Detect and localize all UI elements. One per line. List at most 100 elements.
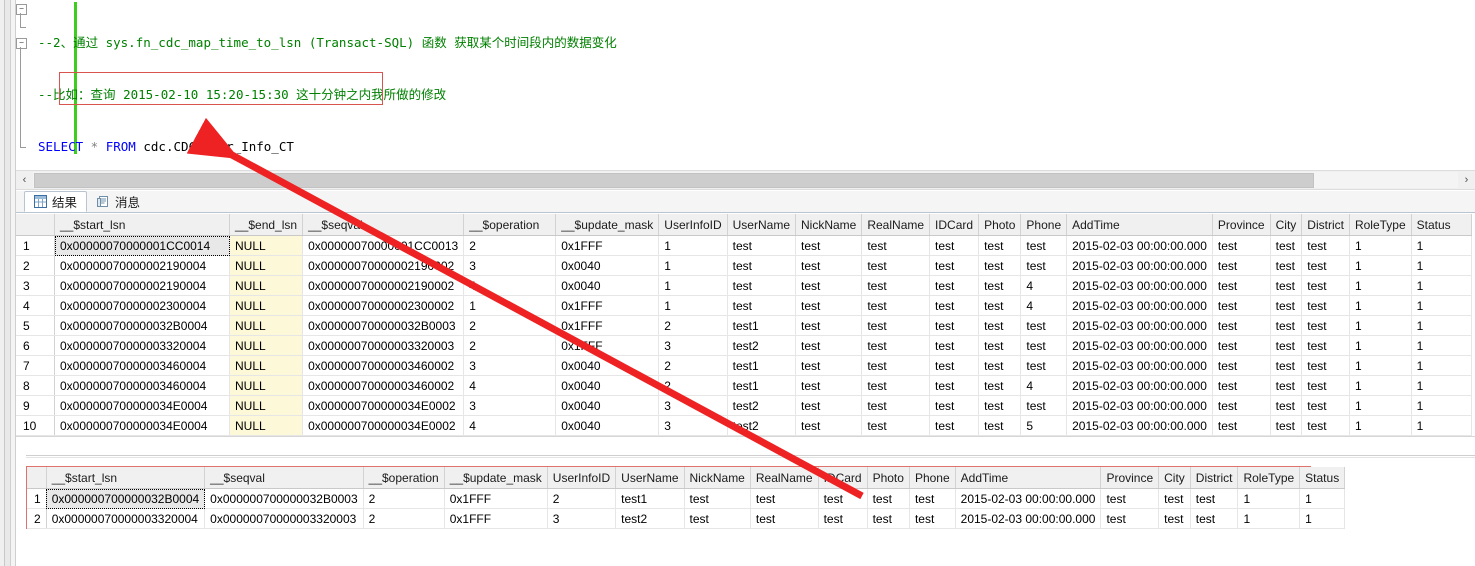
table-cell[interactable]: 0x000000700000034E0002	[302, 395, 465, 416]
table-cell[interactable]: test	[861, 235, 931, 256]
table-cell[interactable]: test	[1020, 235, 1068, 256]
row-number[interactable]: 7	[16, 355, 55, 376]
table-cell[interactable]: test	[1270, 255, 1303, 276]
table-cell[interactable]: 1	[658, 275, 728, 296]
column-header[interactable]: Phone	[909, 467, 956, 489]
column-header[interactable]: NickName	[684, 467, 751, 489]
table-cell[interactable]: test1	[727, 375, 797, 396]
table-cell[interactable]: test	[1212, 335, 1271, 356]
table-cell[interactable]: 0x00000070000002190004	[54, 255, 230, 276]
table-cell[interactable]: 0x000000700000032B0003	[302, 315, 465, 336]
table-row[interactable]: 2 0x00000070000002190004 NULL 0x00000070000…	[16, 255, 1472, 276]
table-cell[interactable]: 0x00000070000002300002	[302, 295, 465, 316]
table-cell[interactable]: 1	[1411, 375, 1472, 396]
table-cell[interactable]: test	[861, 275, 931, 296]
table-row[interactable]: 1 0x00000070000001CC0014 NULL 0x00000070000…	[16, 235, 1472, 256]
table-cell[interactable]: 4	[1020, 275, 1068, 296]
table-cell[interactable]: test2	[727, 335, 797, 356]
table-cell[interactable]: test	[1301, 255, 1350, 276]
table-cell[interactable]: test	[795, 275, 863, 296]
row-number[interactable]: 10	[16, 415, 55, 436]
column-header[interactable]: NickName	[795, 214, 863, 236]
table-cell[interactable]: 0x1FFF	[444, 508, 548, 529]
table-cell[interactable]: 3	[547, 508, 617, 529]
table-cell[interactable]: 0x00000070000001CC0013	[302, 235, 465, 256]
table-cell[interactable]: test	[1020, 255, 1068, 276]
table-cell[interactable]: 2015-02-03 00:00:00.000	[955, 488, 1102, 509]
table-cell[interactable]: test	[1270, 375, 1303, 396]
table-cell[interactable]: 3	[463, 355, 557, 376]
column-header[interactable]: __$operation	[463, 214, 557, 236]
table-cell[interactable]: test	[929, 395, 980, 416]
table-cell[interactable]: test	[929, 335, 980, 356]
table-cell[interactable]: 2	[363, 488, 445, 509]
column-header[interactable]: Status	[1411, 214, 1472, 236]
table-cell[interactable]: test	[1020, 355, 1068, 376]
table-cell[interactable]: test	[978, 295, 1022, 316]
table-cell[interactable]: 1	[1411, 295, 1472, 316]
fold-glyph-select[interactable]: −	[16, 38, 27, 49]
table-cell[interactable]: test	[727, 235, 797, 256]
table-cell[interactable]: test2	[727, 415, 797, 436]
table-cell[interactable]: test	[795, 355, 863, 376]
table-cell[interactable]: test	[1301, 275, 1350, 296]
table-cell[interactable]: test	[861, 395, 931, 416]
table-cell[interactable]: 0x00000070000003460002	[302, 355, 465, 376]
table-cell[interactable]: test2	[727, 395, 797, 416]
column-header[interactable]: Province	[1100, 467, 1160, 489]
table-cell[interactable]: 0x00000070000002190004	[54, 275, 230, 296]
table-row[interactable]: 4 0x00000070000002300004 NULL 0x00000070000…	[16, 295, 1472, 316]
table-cell[interactable]: NULL	[229, 235, 304, 256]
table-cell[interactable]: test	[867, 488, 910, 509]
table-cell[interactable]: test	[1212, 375, 1271, 396]
scroll-right-icon[interactable]: ›	[1458, 172, 1475, 188]
column-header[interactable]: AddTime	[1066, 214, 1213, 236]
table-row[interactable]: 8 0x00000070000003460004 NULL 0x00000070000…	[16, 375, 1472, 396]
table-cell[interactable]: NULL	[229, 415, 304, 436]
table-cell[interactable]: 1	[1349, 335, 1412, 356]
table-cell[interactable]: test	[1270, 235, 1303, 256]
table-cell[interactable]: test	[929, 255, 980, 276]
table-cell[interactable]: 1	[658, 295, 728, 316]
table-cell[interactable]: test	[929, 355, 980, 376]
table-cell[interactable]: test1	[727, 355, 797, 376]
table-cell[interactable]: 4	[463, 415, 557, 436]
table-cell[interactable]: 3	[658, 395, 728, 416]
table-cell[interactable]: test	[978, 375, 1022, 396]
table-cell[interactable]: 1	[1299, 508, 1346, 529]
row-number[interactable]: 9	[16, 395, 55, 416]
table-cell[interactable]: test	[929, 275, 980, 296]
table-cell[interactable]: test	[861, 255, 931, 276]
table-cell[interactable]: 4	[463, 375, 557, 396]
column-header[interactable]: __$update_mask	[555, 214, 660, 236]
row-number[interactable]: 8	[16, 375, 55, 396]
table-cell[interactable]: test	[795, 315, 863, 336]
table-cell[interactable]: test	[1212, 275, 1271, 296]
results-grid-2-highlight-box[interactable]: __$start_lsn __$seqval __$operation __$upda…	[26, 466, 1346, 529]
column-header[interactable]: UserInfoID	[658, 214, 728, 236]
table-cell[interactable]: test	[861, 415, 931, 436]
column-header[interactable]: City	[1158, 467, 1191, 489]
table-cell[interactable]: NULL	[229, 355, 304, 376]
row-number[interactable]: 5	[16, 315, 55, 336]
table-cell[interactable]: test	[1212, 295, 1271, 316]
table-cell[interactable]: 2	[463, 235, 557, 256]
table-cell[interactable]: 1	[1411, 255, 1472, 276]
column-header[interactable]: UserInfoID	[547, 467, 617, 489]
table-cell[interactable]: 1	[1349, 395, 1412, 416]
table-cell[interactable]: 1	[1237, 488, 1301, 509]
table-cell[interactable]: test	[1301, 375, 1350, 396]
table-cell[interactable]: 1	[1349, 235, 1412, 256]
table-row[interactable]: 5 0x000000700000032B0004 NULL 0x00000070000…	[16, 315, 1472, 336]
column-header[interactable]: District	[1190, 467, 1239, 489]
table-cell[interactable]: test	[929, 315, 980, 336]
table-cell[interactable]: 0x00000070000003460004	[54, 355, 230, 376]
table-cell[interactable]: 0x000000700000032B0003	[204, 488, 364, 509]
table-cell[interactable]: test	[795, 375, 863, 396]
table-cell[interactable]: 1	[1299, 488, 1346, 509]
table-cell[interactable]: 0x000000700000034E0004	[54, 395, 230, 416]
table-cell[interactable]: test	[1212, 315, 1271, 336]
table-cell[interactable]: test	[909, 508, 956, 529]
column-header[interactable]: IDCard	[818, 467, 868, 489]
table-cell[interactable]: NULL	[229, 395, 304, 416]
